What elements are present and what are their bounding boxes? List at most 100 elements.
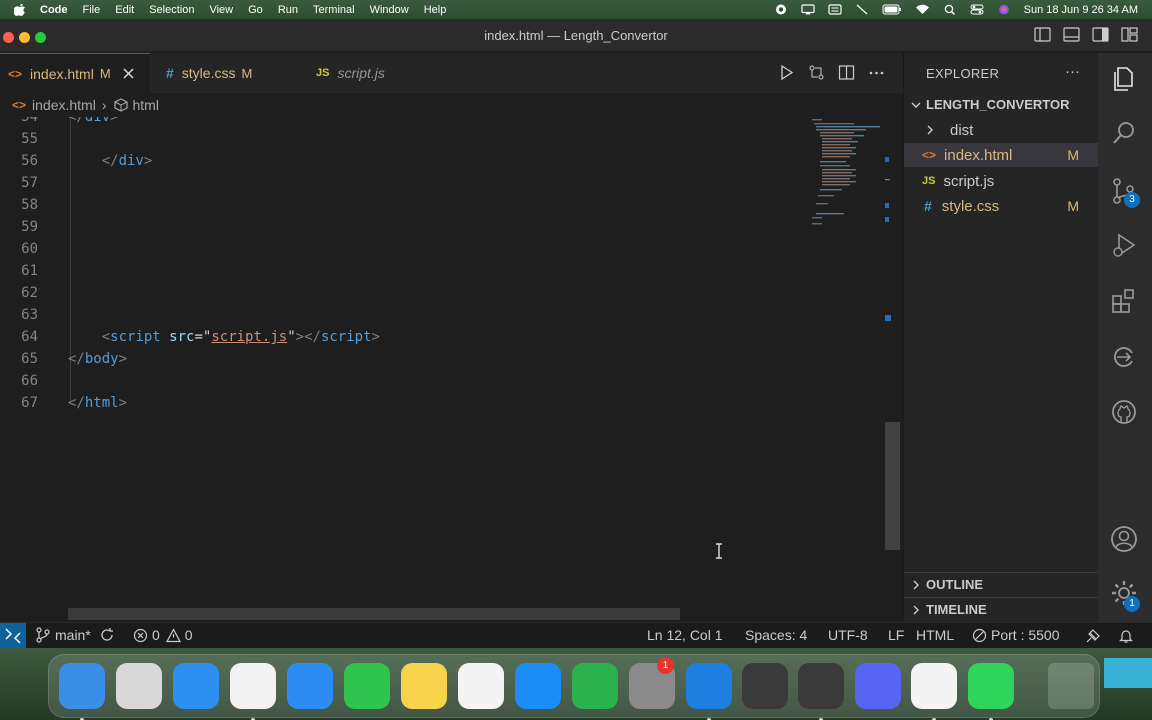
toggle-primary-sidebar-icon[interactable] bbox=[1034, 27, 1051, 42]
minimap[interactable] bbox=[810, 117, 890, 227]
facetime-icon[interactable] bbox=[344, 663, 390, 709]
tree-item-style-css[interactable]: # style.css M bbox=[904, 194, 1099, 218]
code-line[interactable]: 54 </div> bbox=[0, 117, 800, 128]
branch-status[interactable]: main* bbox=[36, 627, 115, 643]
problems-status[interactable]: 0 0 bbox=[133, 627, 193, 643]
explorer-more-icon[interactable]: ··· bbox=[1065, 63, 1080, 80]
explorer-icon[interactable] bbox=[1110, 65, 1138, 93]
tab-index-html[interactable]: <> index.html M bbox=[0, 53, 150, 93]
horizontal-scrollbar[interactable] bbox=[68, 608, 680, 620]
notifications-bell-icon[interactable] bbox=[1118, 628, 1134, 644]
notes-icon[interactable] bbox=[401, 663, 447, 709]
more-actions-icon[interactable] bbox=[868, 64, 885, 81]
end-of-line[interactable]: LF bbox=[888, 627, 904, 643]
whatsapp-icon[interactable] bbox=[968, 663, 1014, 709]
menu-go[interactable]: Go bbox=[248, 4, 263, 16]
toggle-secondary-sidebar-icon[interactable] bbox=[1092, 27, 1109, 42]
menu-window[interactable]: Window bbox=[370, 4, 409, 16]
sublime-text-icon[interactable] bbox=[742, 663, 788, 709]
root-folder[interactable]: LENGTH_CONVERTOR bbox=[910, 97, 1070, 112]
breadcrumb-symbol[interactable]: html bbox=[133, 97, 159, 113]
code-line[interactable]: 63 bbox=[0, 304, 800, 326]
indentation[interactable]: Spaces: 4 bbox=[745, 627, 807, 643]
language-mode[interactable]: HTML bbox=[916, 627, 954, 643]
menu-run[interactable]: Run bbox=[278, 4, 298, 16]
display-icon[interactable] bbox=[801, 4, 815, 15]
code-line[interactable]: 61 bbox=[0, 260, 800, 282]
code-line[interactable]: 67 </html> bbox=[0, 392, 800, 414]
code-line[interactable]: 57 bbox=[0, 172, 800, 194]
chrome-icon[interactable] bbox=[230, 663, 276, 709]
chevron-right-icon bbox=[913, 605, 919, 614]
feedback-icon[interactable] bbox=[1085, 628, 1101, 644]
cursor-position[interactable]: Ln 12, Col 1 bbox=[647, 627, 723, 643]
menu-help[interactable]: Help bbox=[424, 4, 447, 16]
safari-icon[interactable] bbox=[173, 663, 219, 709]
menu-terminal[interactable]: Terminal bbox=[313, 4, 355, 16]
tab-modified-badge: M bbox=[99, 66, 111, 81]
siri-icon[interactable] bbox=[997, 4, 1011, 15]
outline-section[interactable]: OUTLINE bbox=[910, 577, 983, 592]
tab-script-js[interactable]: JS script.js bbox=[308, 53, 433, 93]
sync-icon[interactable] bbox=[99, 627, 115, 643]
remote-indicator[interactable] bbox=[0, 623, 26, 649]
menu-file[interactable]: File bbox=[83, 4, 101, 16]
apple-icon[interactable] bbox=[14, 3, 26, 16]
github-icon[interactable] bbox=[1110, 398, 1138, 426]
screen-mirror-icon[interactable] bbox=[828, 4, 842, 15]
menu-view[interactable]: View bbox=[209, 4, 233, 16]
code-line[interactable]: 65 </body> bbox=[0, 348, 800, 370]
code-line[interactable]: 64 <script src="script.js"></script> bbox=[0, 326, 800, 348]
tree-item-script-js[interactable]: JS script.js bbox=[904, 169, 1099, 193]
numbers-icon[interactable] bbox=[572, 663, 618, 709]
toggle-panel-icon[interactable] bbox=[1063, 27, 1080, 42]
control-center-icon[interactable] bbox=[970, 4, 984, 15]
code-line[interactable]: 60 bbox=[0, 238, 800, 260]
css-file-icon: # bbox=[166, 65, 174, 81]
code-line[interactable]: 58 bbox=[0, 194, 800, 216]
customize-layout-icon[interactable] bbox=[1121, 27, 1138, 42]
run-debug-icon[interactable] bbox=[1110, 231, 1138, 259]
menu-selection[interactable]: Selection bbox=[149, 4, 194, 16]
live-share-icon[interactable] bbox=[1110, 343, 1138, 371]
record-icon[interactable] bbox=[774, 4, 788, 15]
photos-icon[interactable] bbox=[458, 663, 504, 709]
mail-icon[interactable] bbox=[287, 663, 333, 709]
vertical-scrollbar[interactable] bbox=[885, 422, 900, 550]
encoding[interactable]: UTF-8 bbox=[828, 627, 868, 643]
xcode-icon[interactable] bbox=[686, 663, 732, 709]
breadcrumb-file[interactable]: index.html bbox=[32, 97, 96, 113]
focus-icon[interactable] bbox=[855, 4, 869, 15]
split-editor-icon[interactable] bbox=[838, 64, 855, 81]
trash-icon[interactable] bbox=[1048, 663, 1094, 709]
menu-clock[interactable]: Sun 18 Jun 9 26 34 AM bbox=[1024, 4, 1138, 16]
discord-icon[interactable] bbox=[855, 663, 901, 709]
extensions-icon[interactable] bbox=[1110, 287, 1138, 315]
menu-app-name[interactable]: Code bbox=[40, 4, 68, 16]
launchpad-icon[interactable] bbox=[116, 663, 162, 709]
timeline-section[interactable]: TIMELINE bbox=[910, 602, 987, 617]
tab-style-css[interactable]: # style.css M bbox=[158, 53, 298, 93]
code-line[interactable]: 56 </div> bbox=[0, 150, 800, 172]
tree-item-dist[interactable]: dist bbox=[904, 118, 1099, 142]
wifi-icon[interactable] bbox=[915, 4, 930, 15]
tree-item-index-html[interactable]: <> index.html M bbox=[904, 143, 1099, 167]
search-icon[interactable] bbox=[1110, 119, 1138, 147]
app-store-icon[interactable] bbox=[515, 663, 561, 709]
code-line[interactable]: 55 bbox=[0, 128, 800, 150]
compare-changes-icon[interactable] bbox=[808, 64, 825, 81]
finder-icon[interactable] bbox=[59, 663, 105, 709]
code-line[interactable]: 59 bbox=[0, 216, 800, 238]
live-server-status[interactable]: Port : 5500 bbox=[972, 627, 1060, 643]
sublime-merge-icon[interactable] bbox=[798, 663, 844, 709]
vscode-icon[interactable] bbox=[911, 663, 957, 709]
spotlight-icon[interactable] bbox=[943, 4, 957, 15]
account-icon[interactable] bbox=[1110, 525, 1138, 553]
close-tab-icon[interactable] bbox=[123, 68, 134, 79]
code-line[interactable]: 62 bbox=[0, 282, 800, 304]
battery-icon[interactable] bbox=[882, 4, 902, 15]
code-line[interactable]: 66 bbox=[0, 370, 800, 392]
menu-edit[interactable]: Edit bbox=[115, 4, 134, 16]
run-icon[interactable] bbox=[778, 64, 795, 81]
code-editor[interactable]: 54 </div> 55 56 </div> 57 58 59 60 61 62 63 64 <scr… bbox=[0, 117, 903, 622]
